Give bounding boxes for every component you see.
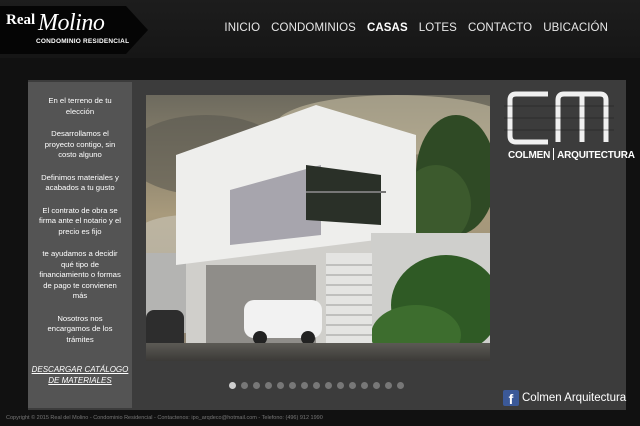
brand-name-right: ARQUITECTURA <box>557 150 635 161</box>
cm-logo-icon <box>504 91 614 145</box>
download-catalog-link[interactable]: DESCARGAR CATÁLOGO DE MATERIALES <box>28 365 132 386</box>
nav-lotes[interactable]: LOTES <box>419 22 457 34</box>
nav-contacto[interactable]: CONTACTO <box>468 22 532 34</box>
sidebar-item-proyecto: Desarrollamos el proyecto contigo, sin c… <box>44 129 116 159</box>
facebook-link[interactable]: f Colmen Arquitectura <box>503 390 627 407</box>
slider-dot[interactable] <box>337 382 344 389</box>
slider-dot[interactable] <box>313 382 320 389</box>
nav-condominios[interactable]: CONDOMINIOS <box>271 22 356 34</box>
slider-dot[interactable] <box>229 382 236 389</box>
slider-dot[interactable] <box>373 382 380 389</box>
slider-dot[interactable] <box>265 382 272 389</box>
slider-dot[interactable] <box>349 382 356 389</box>
sidebar-item-terreno: En el terreno de tu elección <box>48 96 112 116</box>
sidebar-item-tramites: Nosotros nos encargamos de los trámites <box>47 313 113 344</box>
slider-dot[interactable] <box>289 382 296 389</box>
house-image-slider[interactable] <box>146 95 490 361</box>
sidebar-item-contrato: El contrato de obra se firma ante el not… <box>38 205 122 236</box>
nav-inicio[interactable]: INICIO <box>224 22 260 34</box>
brand-name-left: COLMEN <box>508 150 551 161</box>
house-render-image <box>146 95 490 361</box>
colmen-brand-name: COLMEN ARQUITECTURA <box>508 148 635 161</box>
main-nav: INICIO CONDOMINIOS CASAS LOTES CONTACTO … <box>213 22 608 34</box>
slider-dot[interactable] <box>361 382 368 389</box>
slider-dot[interactable] <box>325 382 332 389</box>
nav-casas[interactable]: CASAS <box>367 22 408 34</box>
logo-molino-text: Molino <box>38 10 105 36</box>
logo-real-text: Real <box>6 12 36 28</box>
facebook-label: Colmen Arquitectura <box>522 392 627 404</box>
slider-dot[interactable] <box>301 382 308 389</box>
sidebar: En el terreno de tu elección Desarrollam… <box>28 82 132 408</box>
slider-pagination <box>229 382 409 389</box>
logo-subtitle: CONDOMINIO RESIDENCIAL <box>36 38 130 45</box>
facebook-icon: f <box>503 390 519 407</box>
sidebar-item-financiamiento: te ayudamos a decidir qué tipo de financ… <box>39 249 121 300</box>
nav-ubicacion[interactable]: UBICACIÓN <box>543 22 608 34</box>
slider-dot[interactable] <box>397 382 404 389</box>
slider-dot[interactable] <box>385 382 392 389</box>
sidebar-item-materiales: Definimos materiales y acabados a tu gus… <box>41 172 119 193</box>
footer-copyright: Copyright © 2015 Real del Molino - Condo… <box>6 415 323 421</box>
logo[interactable]: Real Molino CONDOMINIO RESIDENCIAL <box>0 6 150 54</box>
slider-dot[interactable] <box>253 382 260 389</box>
slider-dot[interactable] <box>277 382 284 389</box>
header: Real Molino CONDOMINIO RESIDENCIAL INICI… <box>0 0 640 58</box>
slider-dot[interactable] <box>241 382 248 389</box>
